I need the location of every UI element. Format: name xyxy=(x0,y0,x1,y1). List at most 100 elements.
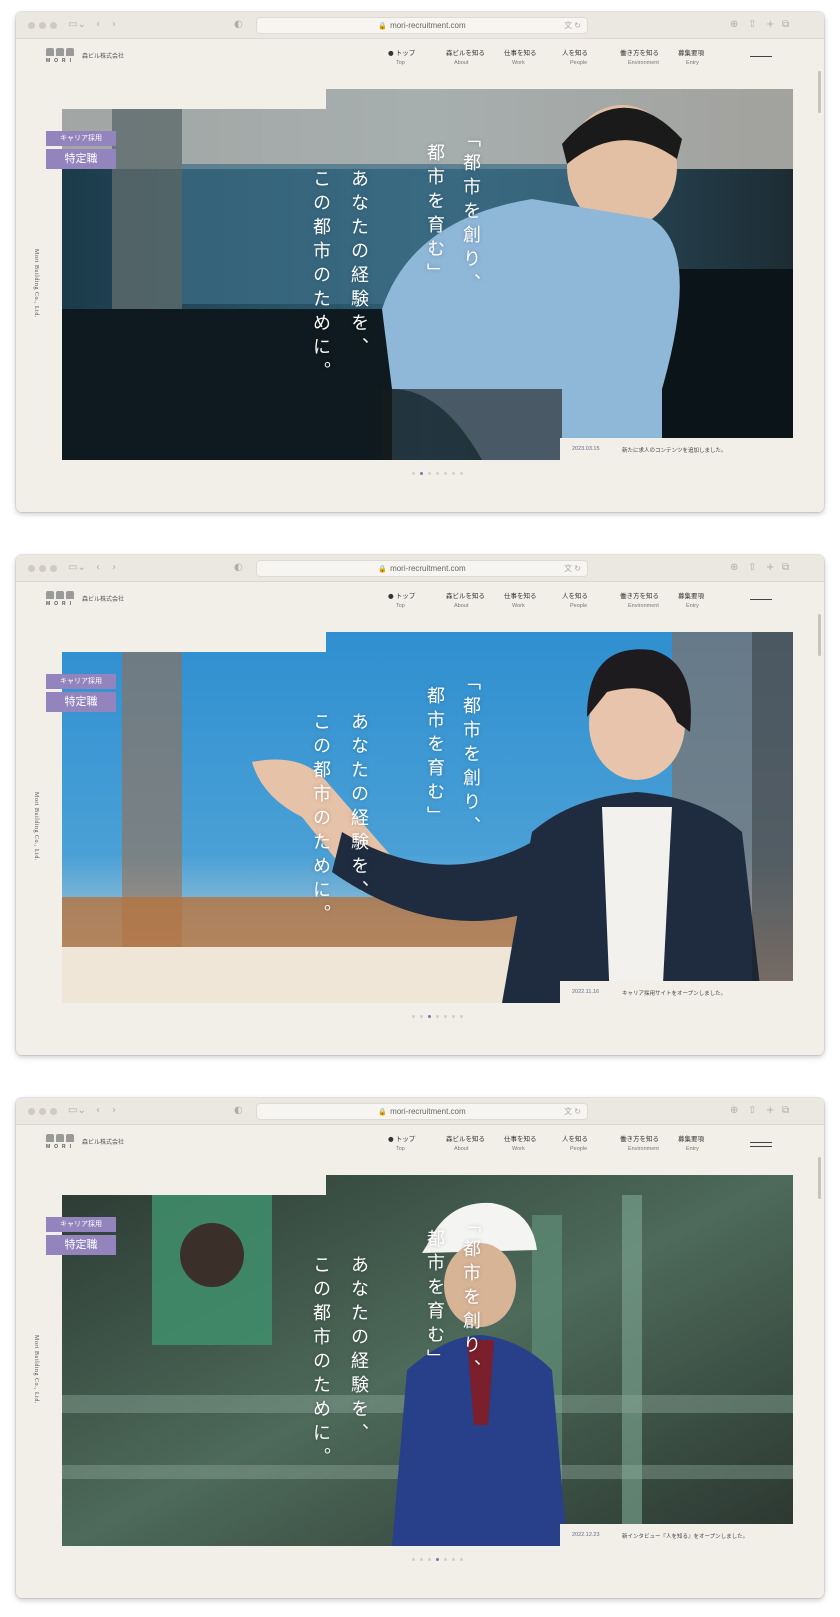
back-icon[interactable]: ‹ xyxy=(96,1105,100,1117)
translate-icon[interactable]: 文 ↻ xyxy=(564,561,581,576)
company-name: 森ビル株式会社 xyxy=(82,53,125,60)
pager-dot[interactable] xyxy=(412,1558,415,1561)
pager-dot[interactable] xyxy=(420,1558,423,1561)
side-company-text: Mori Building Co., Ltd. xyxy=(33,1335,39,1404)
site-logo[interactable]: MORI 森ビル株式会社 xyxy=(46,48,124,64)
zoom-window-icon[interactable] xyxy=(50,1108,57,1115)
sidebar-icon[interactable]: ▭⌄ xyxy=(68,562,86,574)
nav-item-people[interactable]: 人を知る People xyxy=(562,1133,620,1152)
minimize-window-icon[interactable] xyxy=(39,22,46,29)
close-window-icon[interactable] xyxy=(28,565,35,572)
pager-dot[interactable] xyxy=(452,1558,455,1561)
nav-item-top[interactable]: ● トップ Top xyxy=(388,47,446,66)
pager-dot[interactable] xyxy=(412,472,415,475)
privacy-icon[interactable]: ◐ xyxy=(234,19,243,31)
site-logo[interactable]: MORI 森ビル株式会社 xyxy=(46,591,124,607)
news-text: 新たに求人のコンテンツを追加しました。 xyxy=(622,448,727,454)
pager-dot[interactable] xyxy=(428,472,431,475)
news-text: 新インタビュー『人を知る』をオープンしました。 xyxy=(622,1534,749,1540)
nav-item-people[interactable]: 人を知る People xyxy=(562,47,620,66)
slide-pager xyxy=(412,1558,463,1561)
address-bar[interactable]: 🔒 mori-recruitment.com 文 ↻ xyxy=(256,17,588,34)
nav-item-entry[interactable]: 募集要項 Entry xyxy=(678,1133,736,1152)
hamburger-menu-button[interactable] xyxy=(750,56,772,60)
pager-dot[interactable] xyxy=(460,472,463,475)
hamburger-menu-button[interactable] xyxy=(750,599,772,603)
pager-dot[interactable] xyxy=(460,1558,463,1561)
pager-dot[interactable] xyxy=(452,472,455,475)
pager-dot[interactable] xyxy=(452,1015,455,1018)
close-window-icon[interactable] xyxy=(28,22,35,29)
back-icon[interactable]: ‹ xyxy=(96,19,100,31)
pager-dot[interactable] xyxy=(444,1558,447,1561)
pager-dot[interactable] xyxy=(444,472,447,475)
forward-icon[interactable]: › xyxy=(112,562,116,574)
hamburger-menu-button[interactable] xyxy=(750,1142,772,1150)
minimize-window-icon[interactable] xyxy=(39,1108,46,1115)
download-icon[interactable]: ⊕ xyxy=(730,562,738,574)
nav-item-about[interactable]: 森ビルを知る About xyxy=(446,590,504,609)
site-logo[interactable]: MORI 森ビル株式会社 xyxy=(46,1134,124,1150)
page-scrollbar[interactable] xyxy=(818,71,821,113)
nav-item-top[interactable]: ● トップ Top xyxy=(388,1133,446,1152)
nav-item-about[interactable]: 森ビルを知る About xyxy=(446,47,504,66)
address-bar[interactable]: 🔒 mori-recruitment.com 文 ↻ xyxy=(256,560,588,577)
translate-icon[interactable]: 文 ↻ xyxy=(564,1104,581,1119)
minimize-window-icon[interactable] xyxy=(39,565,46,572)
forward-icon[interactable]: › xyxy=(112,1105,116,1117)
sidebar-icon[interactable]: ▭⌄ xyxy=(68,1105,86,1117)
nav-item-environment[interactable]: 働き方を知る Environment xyxy=(620,590,678,609)
tabs-overview-icon[interactable]: ⧉ xyxy=(782,1105,789,1117)
pager-dot[interactable] xyxy=(444,1015,447,1018)
pager-dot-active[interactable] xyxy=(420,472,423,475)
nav-item-entry[interactable]: 募集要項 Entry xyxy=(678,47,736,66)
tabs-overview-icon[interactable]: ⧉ xyxy=(782,562,789,574)
nav-item-work[interactable]: 仕事を知る Work xyxy=(504,1133,562,1152)
page-scrollbar[interactable] xyxy=(818,1157,821,1199)
pager-dot-active[interactable] xyxy=(428,1015,431,1018)
nav-item-work[interactable]: 仕事を知る Work xyxy=(504,47,562,66)
new-tab-icon[interactable]: + xyxy=(766,1105,774,1117)
mori-logo-icon xyxy=(46,48,75,56)
nav-item-people[interactable]: 人を知る People xyxy=(562,590,620,609)
pager-dot[interactable] xyxy=(460,1015,463,1018)
nav-item-environment[interactable]: 働き方を知る Environment xyxy=(620,47,678,66)
privacy-icon[interactable]: ◐ xyxy=(234,1105,243,1117)
zoom-window-icon[interactable] xyxy=(50,565,57,572)
pager-dot[interactable] xyxy=(428,1558,431,1561)
nav-item-entry[interactable]: 募集要項 Entry xyxy=(678,590,736,609)
pager-dot[interactable] xyxy=(436,1015,439,1018)
download-icon[interactable]: ⊕ xyxy=(730,1105,738,1117)
pager-dot[interactable] xyxy=(436,472,439,475)
share-icon[interactable]: ⇧ xyxy=(748,562,756,574)
company-name: 森ビル株式会社 xyxy=(82,596,125,603)
forward-icon[interactable]: › xyxy=(112,19,116,31)
share-icon[interactable]: ⇧ xyxy=(748,19,756,31)
nav-label: 募集要項 xyxy=(678,1135,704,1143)
new-tab-icon[interactable]: + xyxy=(766,562,774,574)
news-ticker[interactable]: 2023.03.15 新たに求人のコンテンツを追加しました。 xyxy=(560,438,793,460)
share-icon[interactable]: ⇧ xyxy=(748,1105,756,1117)
nav-item-environment[interactable]: 働き方を知る Environment xyxy=(620,1133,678,1152)
pager-dot-active[interactable] xyxy=(436,1558,439,1561)
nav-item-top[interactable]: ● トップ Top xyxy=(388,590,446,609)
download-icon[interactable]: ⊕ xyxy=(730,19,738,31)
sidebar-icon[interactable]: ▭⌄ xyxy=(68,19,86,31)
page-scrollbar[interactable] xyxy=(818,614,821,656)
nav-label: 森ビルを知る xyxy=(446,49,485,57)
new-tab-icon[interactable]: + xyxy=(766,19,774,31)
address-bar[interactable]: 🔒 mori-recruitment.com 文 ↻ xyxy=(256,1103,588,1120)
pager-dot[interactable] xyxy=(412,1015,415,1018)
translate-icon[interactable]: 文 ↻ xyxy=(564,18,581,33)
news-ticker[interactable]: 2022.12.23 新インタビュー『人を知る』をオープンしました。 xyxy=(560,1524,793,1546)
global-nav: ● トップ Top 森ビルを知る About 仕事を知る Work 人を知る Peopl… xyxy=(388,47,736,66)
nav-item-work[interactable]: 仕事を知る Work xyxy=(504,590,562,609)
news-ticker[interactable]: 2022.11.16 キャリア採用サイトをオープンしました。 xyxy=(560,981,793,1003)
nav-item-about[interactable]: 森ビルを知る About xyxy=(446,1133,504,1152)
zoom-window-icon[interactable] xyxy=(50,22,57,29)
close-window-icon[interactable] xyxy=(28,1108,35,1115)
back-icon[interactable]: ‹ xyxy=(96,562,100,574)
privacy-icon[interactable]: ◐ xyxy=(234,562,243,574)
pager-dot[interactable] xyxy=(420,1015,423,1018)
tabs-overview-icon[interactable]: ⧉ xyxy=(782,19,789,31)
